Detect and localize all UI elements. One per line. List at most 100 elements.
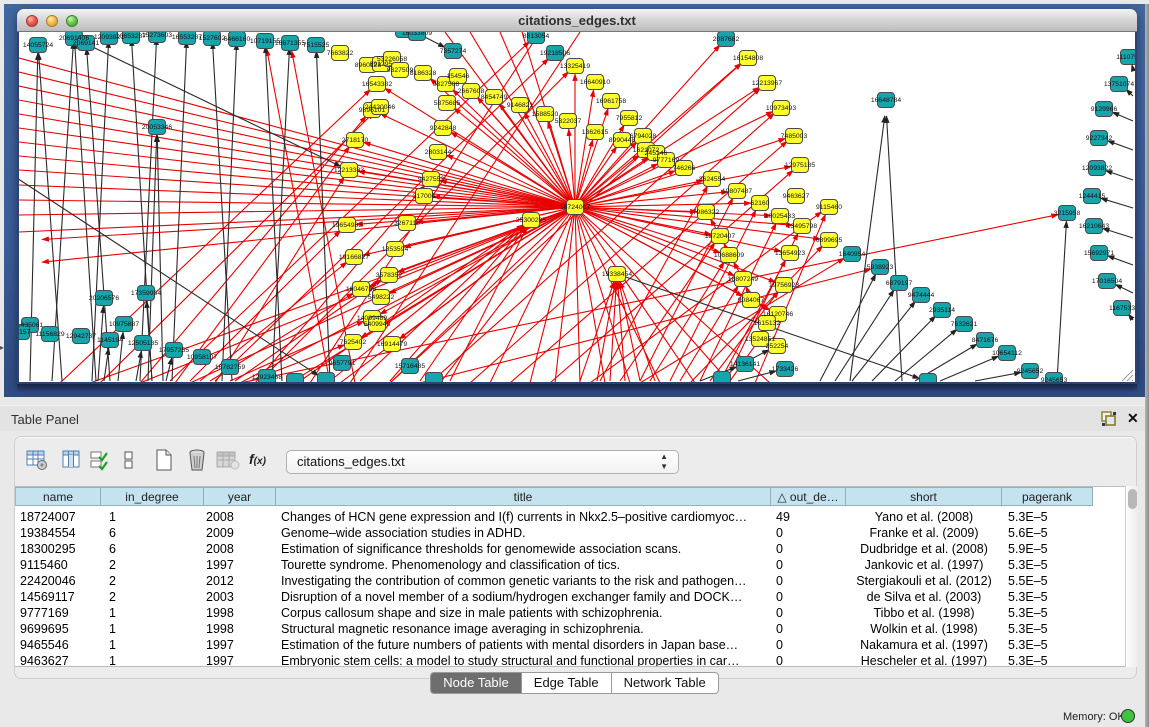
svg-text:1362615: 1362615 bbox=[582, 129, 609, 136]
svg-text:17359934: 17359934 bbox=[131, 290, 161, 297]
svg-text:12975185: 12975185 bbox=[785, 162, 815, 169]
svg-text:14136141: 14136141 bbox=[730, 361, 760, 368]
svg-text:10973493: 10973493 bbox=[766, 105, 796, 112]
svg-text:9129966: 9129966 bbox=[1091, 106, 1118, 113]
svg-text:18724007: 18724007 bbox=[560, 204, 590, 211]
svg-text:13751074: 13751074 bbox=[1104, 81, 1134, 88]
svg-text:8454749: 8454749 bbox=[481, 94, 508, 101]
svg-text:8186328: 8186328 bbox=[410, 70, 437, 77]
svg-text:7485003: 7485003 bbox=[781, 133, 808, 140]
svg-text:13654923: 13654923 bbox=[775, 250, 805, 257]
svg-text:10025433: 10025433 bbox=[765, 213, 795, 220]
svg-text:245146: 245146 bbox=[645, 150, 668, 157]
svg-text:11156829: 11156829 bbox=[35, 331, 64, 338]
svg-text:1435061: 1435061 bbox=[19, 322, 43, 329]
svg-text:10688609: 10688609 bbox=[714, 252, 744, 259]
svg-text:7986322: 7986322 bbox=[693, 209, 720, 216]
svg-text:252254: 252254 bbox=[766, 343, 789, 350]
svg-text:9427552: 9427552 bbox=[418, 176, 445, 183]
svg-text:2935114: 2935114 bbox=[929, 307, 955, 314]
svg-text:16120746: 16120746 bbox=[763, 311, 793, 318]
svg-text:746266: 746266 bbox=[673, 165, 696, 172]
svg-text:1733426: 1733426 bbox=[772, 366, 799, 373]
svg-text:2803144: 2803144 bbox=[425, 149, 452, 156]
svg-text:317006: 317006 bbox=[413, 193, 436, 200]
svg-text:8813054: 8813054 bbox=[523, 33, 550, 40]
svg-text:9245653: 9245653 bbox=[1041, 377, 1068, 382]
svg-text:13495798: 13495798 bbox=[787, 223, 817, 230]
svg-text:12093822: 12093822 bbox=[1082, 165, 1112, 172]
svg-text:17016504: 17016504 bbox=[1092, 278, 1122, 285]
svg-text:9327508: 9327508 bbox=[433, 81, 460, 88]
svg-text:5322037: 5322037 bbox=[555, 118, 582, 125]
svg-text:19338454: 19338454 bbox=[602, 271, 632, 278]
svg-text:7625402: 7625402 bbox=[340, 339, 367, 346]
svg-text:1110754: 1110754 bbox=[1116, 54, 1135, 61]
svg-text:12213383: 12213383 bbox=[334, 167, 364, 174]
svg-text:12923468: 12923468 bbox=[252, 374, 282, 381]
svg-text:12505135: 12505135 bbox=[128, 340, 158, 347]
svg-text:6466160: 6466160 bbox=[224, 36, 251, 43]
svg-text:3624554: 3624554 bbox=[699, 176, 726, 183]
svg-text:13524851: 13524851 bbox=[745, 336, 775, 343]
svg-text:16671355: 16671355 bbox=[275, 40, 305, 47]
svg-text:10807487: 10807487 bbox=[722, 188, 752, 195]
svg-text:3267110: 3267110 bbox=[394, 220, 420, 227]
svg-text:19218506: 19218506 bbox=[540, 50, 570, 57]
svg-text:7663822: 7663822 bbox=[327, 50, 354, 57]
svg-text:5938923: 5938923 bbox=[867, 264, 894, 271]
svg-text:19654983: 19654983 bbox=[332, 222, 362, 229]
svg-text:16046786: 16046786 bbox=[346, 286, 376, 293]
svg-text:13325419: 13325419 bbox=[560, 63, 590, 70]
svg-text:6879197: 6879197 bbox=[886, 280, 913, 287]
svg-text:3215958: 3215958 bbox=[1054, 210, 1081, 217]
svg-text:16154808: 16154808 bbox=[733, 55, 763, 62]
svg-text:9777169: 9777169 bbox=[653, 157, 680, 164]
svg-text:12942737: 12942737 bbox=[66, 333, 96, 340]
svg-text:1353594: 1353594 bbox=[382, 246, 409, 253]
svg-text:1527602: 1527602 bbox=[199, 35, 226, 42]
svg-text:53226058: 53226058 bbox=[377, 56, 407, 63]
svg-text:6899695: 6899695 bbox=[816, 237, 843, 244]
svg-text:9245652: 9245652 bbox=[1017, 368, 1044, 375]
svg-text:9115460: 9115460 bbox=[816, 204, 842, 211]
svg-text:16033809: 16033809 bbox=[402, 32, 432, 37]
svg-text:18807249: 18807249 bbox=[728, 276, 758, 283]
svg-text:16553287: 16553287 bbox=[172, 34, 202, 41]
svg-text:9146821: 9146821 bbox=[507, 102, 534, 109]
svg-text:14055724: 14055724 bbox=[23, 42, 53, 49]
svg-text:1588520: 1588520 bbox=[532, 111, 559, 118]
svg-text:20053346: 20053346 bbox=[142, 124, 172, 131]
svg-text:7632621: 7632621 bbox=[951, 321, 978, 328]
svg-text:1167533: 1167533 bbox=[1109, 305, 1135, 312]
svg-text:9227342: 9227342 bbox=[1086, 135, 1113, 142]
svg-text:15720407: 15720407 bbox=[705, 233, 735, 240]
svg-text:5498222: 5498222 bbox=[368, 294, 395, 301]
svg-text:39157: 39157 bbox=[19, 329, 31, 336]
svg-text:12213967: 12213967 bbox=[752, 80, 782, 87]
svg-text:16914479: 16914479 bbox=[377, 341, 407, 348]
svg-text:15716485: 15716485 bbox=[395, 363, 425, 370]
svg-text:25300295: 25300295 bbox=[516, 217, 546, 224]
svg-text:1615132: 1615132 bbox=[754, 320, 781, 327]
svg-text:16961758: 16961758 bbox=[596, 98, 626, 105]
svg-text:19756923: 19756923 bbox=[769, 282, 799, 289]
svg-text:6794028: 6794028 bbox=[630, 133, 657, 140]
svg-text:9657791: 9657791 bbox=[329, 360, 356, 367]
svg-text:1244415: 1244415 bbox=[1079, 193, 1106, 200]
svg-text:19166827: 19166827 bbox=[339, 254, 369, 261]
svg-text:2718170: 2718170 bbox=[342, 137, 369, 144]
svg-text:9463627: 9463627 bbox=[783, 193, 810, 200]
svg-text:7955812: 7955812 bbox=[616, 115, 643, 122]
svg-text:15692971: 15692971 bbox=[1084, 250, 1114, 257]
svg-text:24420046: 24420046 bbox=[365, 104, 395, 111]
svg-text:62160: 62160 bbox=[751, 200, 770, 207]
svg-text:16782759: 16782759 bbox=[215, 364, 245, 371]
svg-text:3578352: 3578352 bbox=[376, 272, 403, 279]
svg-text:8471676: 8471676 bbox=[972, 337, 999, 344]
svg-text:16648784: 16648784 bbox=[871, 97, 901, 104]
svg-text:7357274: 7357274 bbox=[440, 48, 467, 55]
svg-text:2087682: 2087682 bbox=[713, 36, 740, 43]
svg-text:1640954: 1640954 bbox=[839, 251, 866, 258]
svg-text:7515525: 7515525 bbox=[303, 42, 330, 49]
